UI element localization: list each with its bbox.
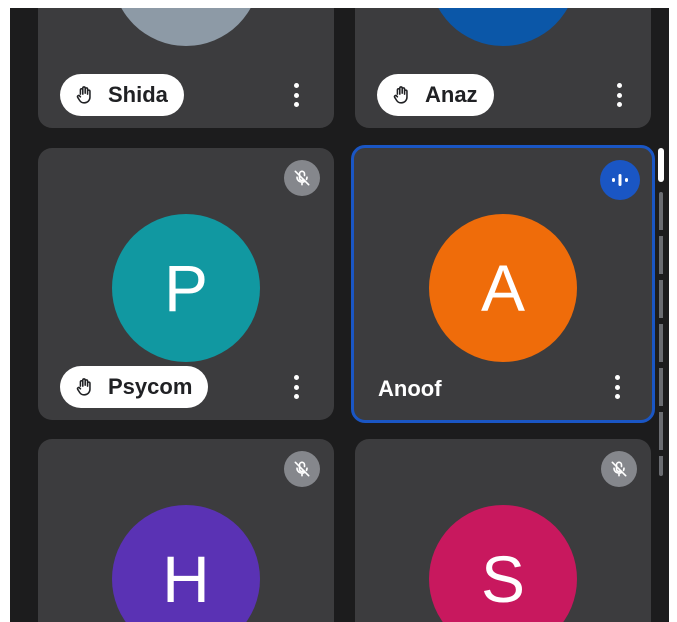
avatar: S <box>429 505 577 622</box>
avatar-initial: A <box>481 8 525 10</box>
mic-off-icon <box>601 451 637 487</box>
raised-hand-icon <box>76 86 91 104</box>
name-chip: Psycom <box>60 366 209 408</box>
participant-tile-shida[interactable]: S Shida <box>38 8 334 128</box>
avatar-initial: S <box>164 8 208 10</box>
participant-name: Shida <box>108 82 168 107</box>
more-vert-icon[interactable] <box>286 80 306 110</box>
participant-name: Anaz <box>425 82 478 107</box>
avatar-initial: P <box>163 251 209 325</box>
avatar-initial: S <box>480 542 526 616</box>
avatar: A <box>429 214 577 362</box>
more-vert-icon[interactable] <box>286 372 306 402</box>
mic-off-icon <box>284 451 320 487</box>
avatar: S <box>112 8 260 46</box>
audio-level-icon <box>600 160 640 200</box>
participant-tile-anoof[interactable]: A Anoof <box>351 145 655 423</box>
participant-name: Psycom <box>108 374 193 399</box>
scrollbar-track <box>659 192 663 476</box>
avatar: A <box>429 8 577 46</box>
participant-tile-psycom[interactable]: P Psycom <box>38 148 334 420</box>
participant-tile-anaz[interactable]: A Anaz <box>355 8 651 128</box>
raised-hand-icon <box>76 378 91 396</box>
participant-tile-h[interactable]: H <box>38 439 334 622</box>
name-chip: Shida <box>60 74 184 116</box>
mic-off-icon <box>284 160 320 196</box>
participant-tile-s[interactable]: S <box>355 439 651 622</box>
name-chip: Anaz <box>377 74 494 116</box>
raised-hand-icon <box>393 86 408 104</box>
avatar-initial: A <box>480 251 526 325</box>
avatar: H <box>112 505 260 622</box>
meeting-grid: S Shida A Anaz <box>10 8 669 622</box>
more-vert-icon[interactable] <box>609 80 629 110</box>
participant-name: Anoof <box>378 376 442 401</box>
more-vert-icon[interactable] <box>607 372 627 402</box>
avatar: P <box>112 214 260 362</box>
avatar-initial: H <box>162 542 210 616</box>
scrollbar-thumb[interactable] <box>658 148 664 182</box>
scrollbar[interactable] <box>658 148 666 478</box>
